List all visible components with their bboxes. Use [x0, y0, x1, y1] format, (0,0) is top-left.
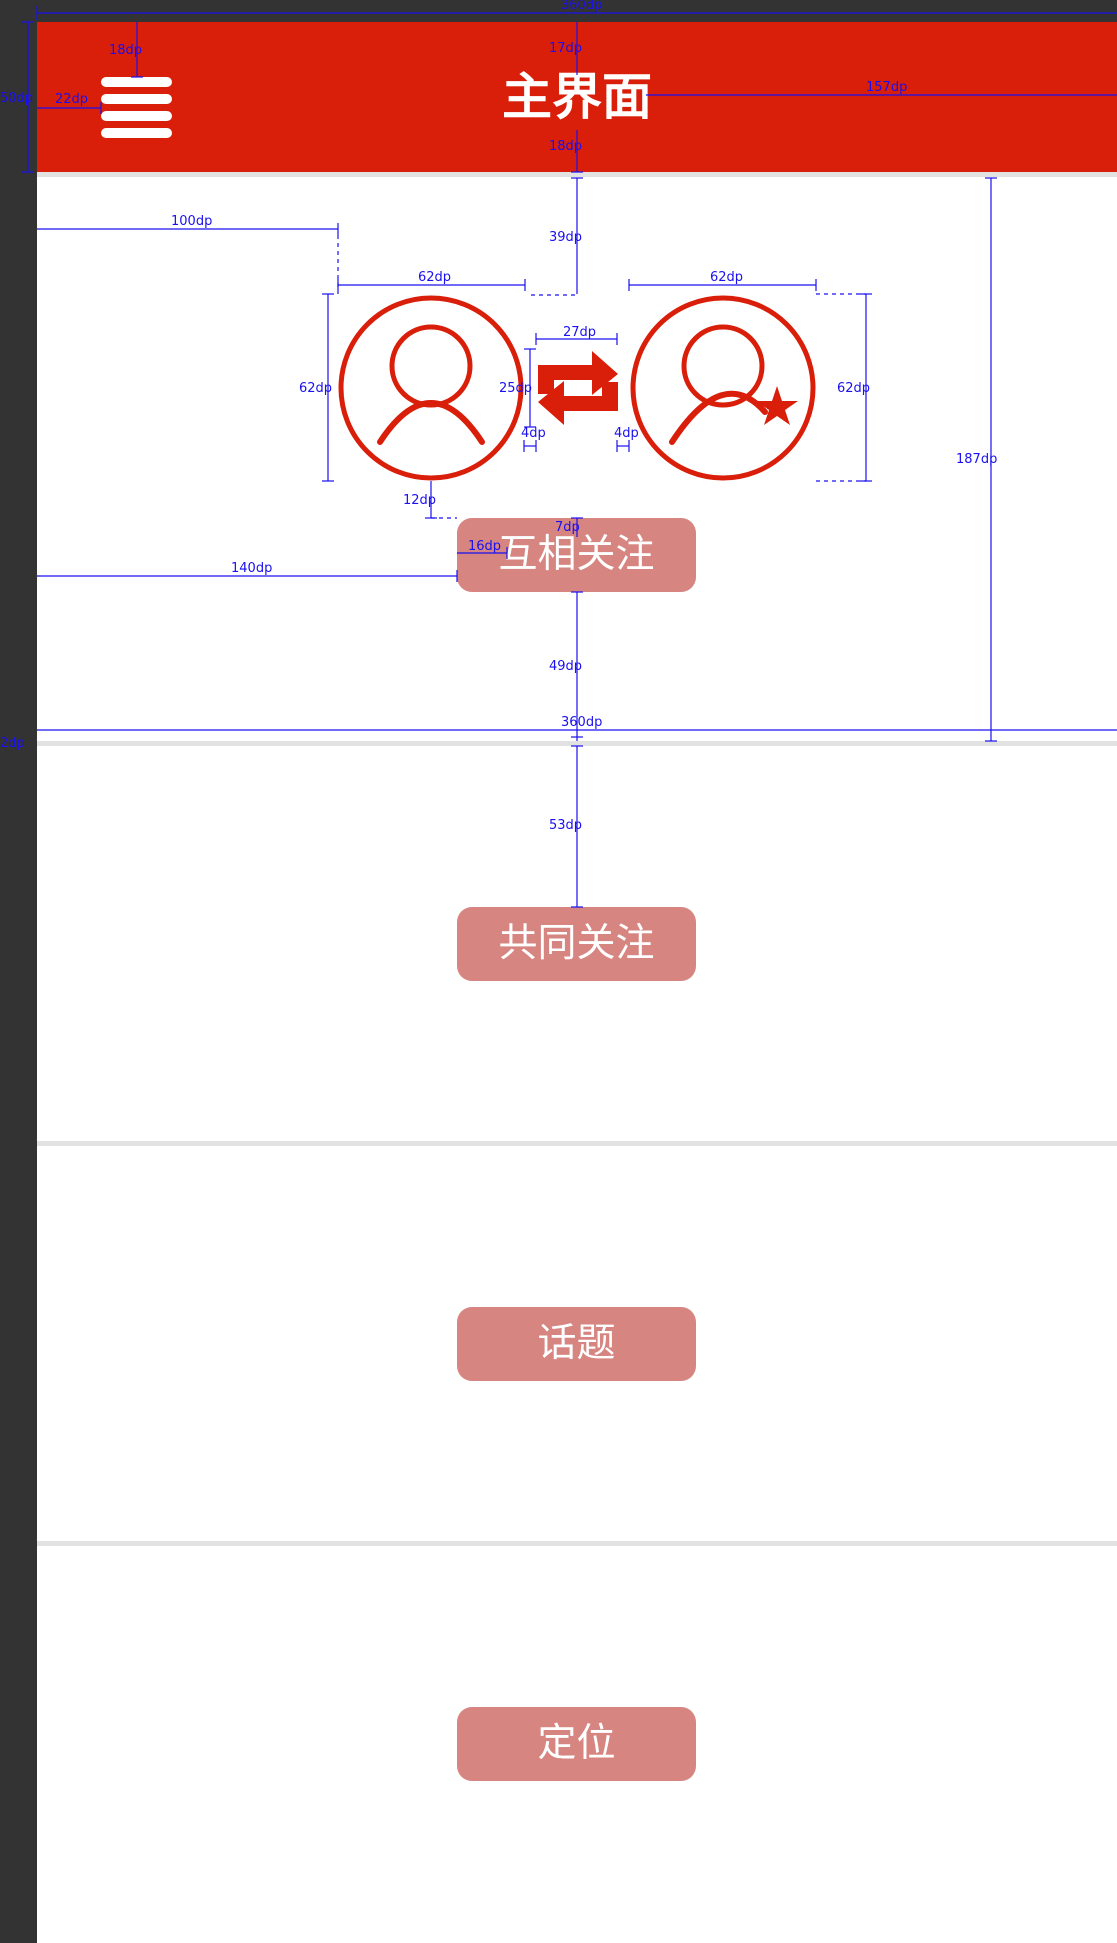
- dim-label: 18dp: [109, 43, 143, 58]
- dim-label: 62dp: [418, 270, 452, 285]
- dim-label: 17dp: [549, 41, 583, 56]
- dim-label: 187dp: [956, 452, 998, 467]
- dim-label: 100dp: [171, 214, 213, 229]
- dim-label: 157dp: [866, 80, 908, 95]
- dim-label: 7dp: [555, 520, 580, 535]
- dim-label: 27dp: [563, 325, 597, 340]
- dim-label: 140dp: [231, 561, 273, 576]
- dim-label: 2dp: [0, 736, 25, 751]
- dim-label: 62dp: [710, 270, 744, 285]
- measurement-lines: [22, 6, 1117, 908]
- dim-label: 25dp: [499, 381, 533, 396]
- dim-label: 62dp: [299, 381, 333, 396]
- dim-label: 4dp: [521, 426, 546, 441]
- dim-label: 12dp: [403, 493, 437, 508]
- dim-label: 50dp: [0, 91, 34, 106]
- dim-label: 360dp: [561, 0, 603, 13]
- dim-label: 49dp: [549, 659, 583, 674]
- dim-label: 39dp: [549, 230, 583, 245]
- dim-label: 62dp: [837, 381, 871, 396]
- dim-label: 360dp: [561, 715, 603, 730]
- dim-label: 22dp: [55, 92, 89, 107]
- dim-label: 18dp: [549, 139, 583, 154]
- dim-label: 16dp: [468, 539, 502, 554]
- dim-label: 53dp: [549, 818, 583, 833]
- dim-label: 4dp: [614, 426, 639, 441]
